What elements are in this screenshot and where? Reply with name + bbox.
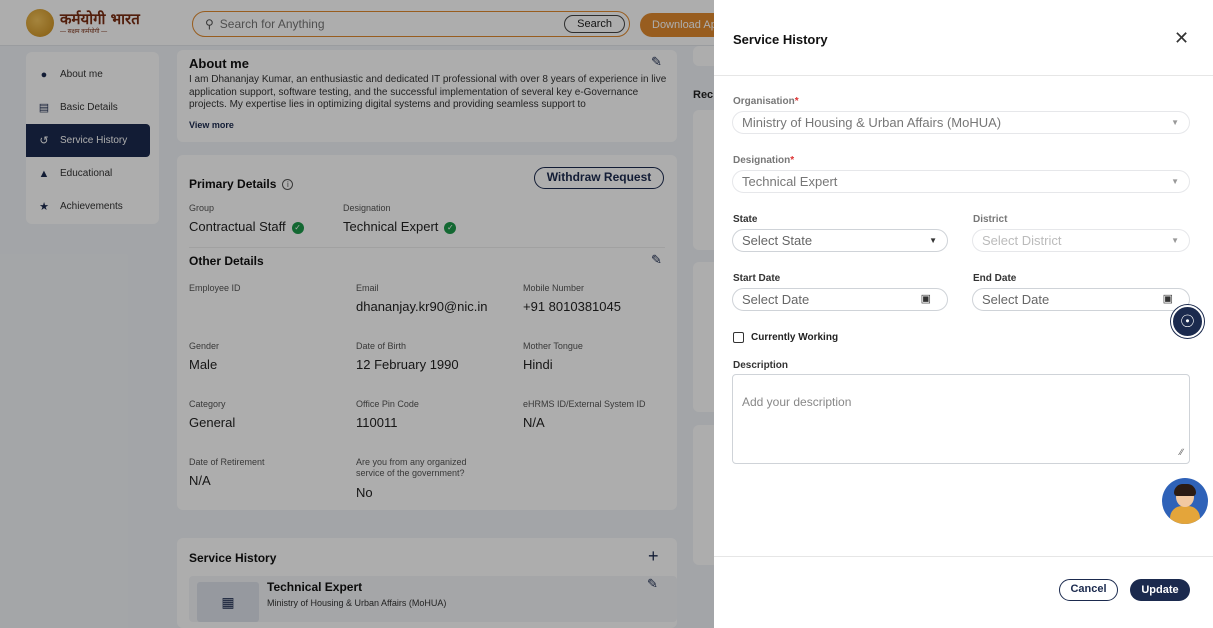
service-history-panel: Service History ✕ Organisation* Ministry… bbox=[714, 0, 1213, 628]
start-date-placeholder: Select Date bbox=[742, 292, 810, 307]
state-label: State bbox=[733, 214, 758, 225]
chevron-down-icon: ▼ bbox=[1171, 118, 1179, 127]
assistant-body bbox=[1170, 506, 1200, 524]
description-textarea[interactable]: Add your description ∕∕ bbox=[732, 374, 1190, 464]
currently-working-label: Currently Working bbox=[751, 332, 839, 343]
chevron-down-icon: ▼ bbox=[1171, 236, 1179, 245]
district-placeholder: Select District bbox=[982, 233, 1062, 248]
panel-footer: Cancel Update bbox=[714, 556, 1213, 628]
required-mark: * bbox=[794, 96, 799, 107]
close-icon[interactable]: ✕ bbox=[1174, 28, 1189, 48]
assistant-avatar-icon[interactable] bbox=[1162, 478, 1208, 524]
state-select[interactable]: Select State ▼ bbox=[732, 229, 948, 252]
chevron-down-icon: ▼ bbox=[929, 236, 937, 245]
organisation-select[interactable]: Ministry of Housing & Urban Affairs (MoH… bbox=[732, 111, 1190, 134]
end-date-label: End Date bbox=[973, 273, 1017, 284]
description-label: Description bbox=[733, 360, 789, 371]
update-button[interactable]: Update bbox=[1130, 579, 1190, 601]
required-mark: * bbox=[790, 155, 795, 166]
district-label: District bbox=[973, 214, 1008, 225]
description-placeholder: Add your description bbox=[742, 395, 852, 409]
start-date-label: Start Date bbox=[733, 273, 781, 284]
end-date-placeholder: Select Date bbox=[982, 292, 1050, 307]
chevron-down-icon: ▼ bbox=[1171, 177, 1179, 186]
resize-handle-icon[interactable]: ∕∕ bbox=[1180, 447, 1183, 457]
currently-working-row: Currently Working bbox=[733, 332, 838, 343]
calendar-icon[interactable]: ▣ bbox=[1163, 289, 1173, 310]
modal-backdrop[interactable] bbox=[0, 0, 714, 628]
state-placeholder: Select State bbox=[742, 233, 813, 248]
panel-title: Service History bbox=[733, 32, 828, 47]
designation-select[interactable]: Technical Expert ▼ bbox=[732, 170, 1190, 193]
end-date-input[interactable]: Select Date ▣ bbox=[972, 288, 1190, 311]
organisation-label: Organisation* bbox=[733, 96, 799, 107]
currently-working-checkbox[interactable] bbox=[733, 332, 744, 343]
start-date-input[interactable]: Select Date ▣ bbox=[732, 288, 948, 311]
cancel-button[interactable]: Cancel bbox=[1059, 579, 1118, 601]
designation-label: Designation* bbox=[733, 155, 794, 166]
calendar-icon[interactable]: ▣ bbox=[921, 289, 931, 310]
organisation-value: Ministry of Housing & Urban Affairs (MoH… bbox=[742, 115, 1002, 130]
designation-label-text: Designation bbox=[733, 155, 791, 166]
assistant-hair bbox=[1174, 484, 1196, 496]
accessibility-icon[interactable]: ☉ bbox=[1171, 305, 1204, 338]
designation-value: Technical Expert bbox=[742, 174, 838, 189]
panel-header: Service History ✕ bbox=[714, 0, 1213, 76]
district-select[interactable]: Select District ▼ bbox=[972, 229, 1190, 252]
organisation-label-text: Organisation bbox=[733, 96, 795, 107]
